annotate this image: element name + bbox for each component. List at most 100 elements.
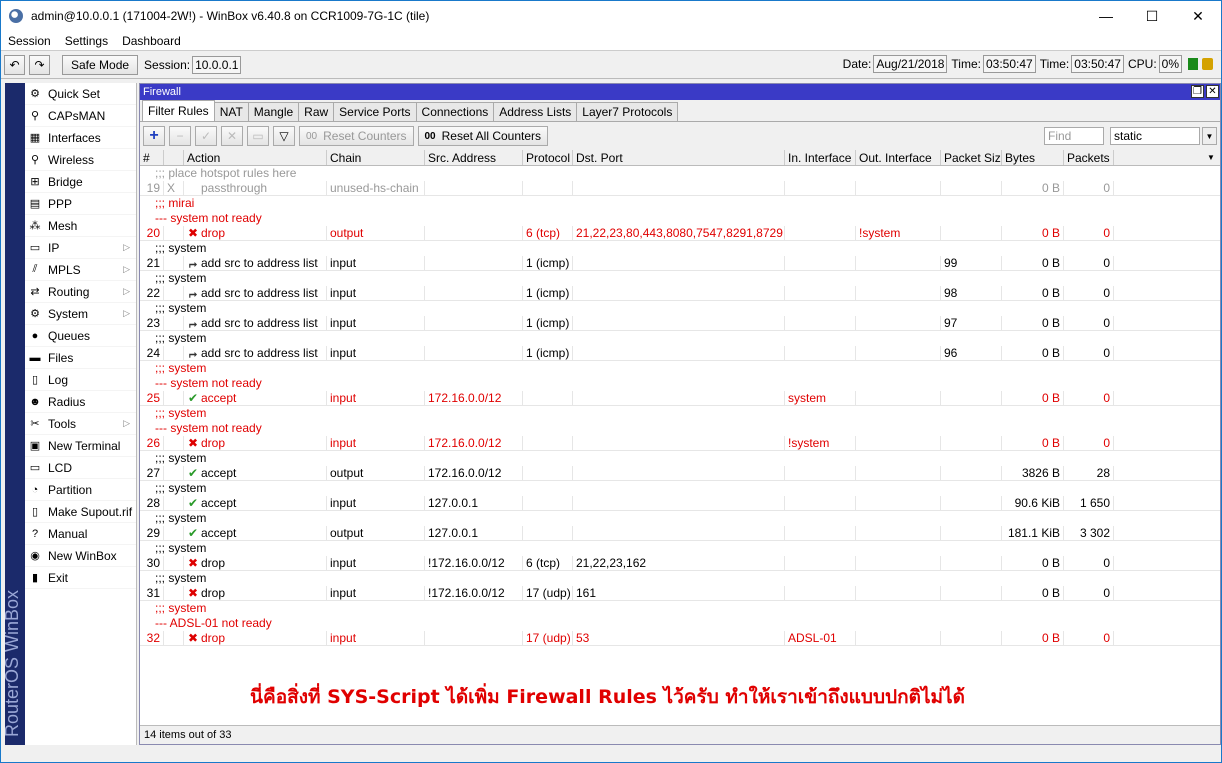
column-header[interactable]: Src. Address [425,150,523,165]
safe-mode-button[interactable]: Safe Mode [62,54,139,75]
sidebar-item-interfaces[interactable]: ▦ Interfaces [25,127,136,149]
reset-all-counters-button[interactable]: 00 Reset All Counters [417,126,549,146]
cell-in [785,316,856,330]
tab-layer7-protocols[interactable]: Layer7 Protocols [576,102,679,121]
sidebar-item-files[interactable]: ▬ Files [25,347,136,369]
sidebar-item-bridge[interactable]: ⊞ Bridge [25,171,136,193]
tab-address-lists[interactable]: Address Lists [493,102,578,121]
cell-src [425,316,523,330]
sidebar-item-capsman[interactable]: ⚲ CAPsMAN [25,105,136,127]
column-header[interactable]: Packets [1064,150,1114,165]
cell-flag [164,496,184,510]
sidebar-item-label: Log [48,372,69,387]
column-header[interactable]: Protocol [523,150,573,165]
reset-counters-button[interactable]: 00 Reset Counters [299,126,414,146]
table-row[interactable]: 20 ✖ drop output 6 (tcp) 21,22,23,80,443,8080… [140,226,1220,241]
sidebar-item-queues[interactable]: ● Queues [25,325,136,347]
tab-connections[interactable]: Connections [415,102,495,121]
cell-num: 24 [140,346,164,360]
table-row[interactable]: 29 ✔ accept output 127.0.0.1 181.1 KiB 3 302 [140,526,1220,541]
tab-raw[interactable]: Raw [298,102,335,121]
enable-rule-button[interactable]: ✓ [195,126,217,146]
column-header[interactable]: Action [184,150,327,165]
action-label: drop [201,586,226,600]
cell-psize: 96 [941,346,1002,360]
mpls-icon: ⫽ [32,263,38,275]
column-header[interactable]: Dst. Port [573,150,785,165]
restore-window-icon[interactable]: ❐ [1191,85,1204,98]
sidebar-item-new-terminal[interactable]: ▣ New Terminal [25,435,136,457]
cell-packets: 1 650 [1064,496,1114,510]
winbox-app-icon [9,9,23,23]
sidebar-item-radius[interactable]: ☻ Radius [25,391,136,413]
rule-comment: ;;; system [155,511,207,525]
table-row[interactable]: 23 ⮣ add src to address list input 1 (icmp) 9… [140,316,1220,331]
sidebar-item-partition[interactable]: ◔ Partition [25,479,136,501]
menu-dashboard[interactable]: Dashboard [115,34,188,48]
sidebar-item-exit[interactable]: ▮ Exit [25,567,136,589]
remove-rule-button[interactable]: − [169,126,191,146]
undo-button[interactable]: ↶ [4,54,25,75]
column-header[interactable]: Out. Interface [856,150,941,165]
table-row[interactable]: 21 ⮣ add src to address list input 1 (icmp) 9… [140,256,1220,271]
table-row[interactable]: 19 Xpassthrough unused-hs-chain 0 B0 [140,181,1220,196]
sidebar-item-make-supout-rif[interactable]: ▯ Make Supout.rif [25,501,136,523]
tab-nat[interactable]: NAT [213,102,249,121]
sidebar-item-wireless[interactable]: ⚲ Wireless [25,149,136,171]
table-row[interactable]: 26 ✖ drop input 172.16.0.0/12 !system 0 B0 [140,436,1220,451]
sidebar-item-label: New WinBox [48,548,117,563]
filter-dropdown-icon[interactable]: ▼ [1202,127,1217,145]
column-header[interactable] [164,150,184,165]
close-button[interactable]: ✕ [1175,1,1221,31]
column-header[interactable]: Packet Size [941,150,1002,165]
table-row[interactable]: 30 ✖ drop input !172.16.0.0/12 6 (tcp) 21,22,2… [140,556,1220,571]
sidebar-item-ppp[interactable]: ▤ PPP [25,193,136,215]
rule-comment: ;;; system [155,271,207,285]
manual-icon: ? [31,527,39,540]
table-row[interactable]: 31 ✖ drop input !172.16.0.0/12 17 (udp) 161 0 B… [140,586,1220,601]
column-header[interactable]: In. Interface [785,150,856,165]
menu-session[interactable]: Session [1,34,58,48]
submenu-arrow-icon: ▷ [123,242,130,252]
table-row[interactable]: 25 ✔ accept input 172.16.0.0/12 system 0 B0 [140,391,1220,406]
sidebar-item-new-winbox[interactable]: ◉ New WinBox [25,545,136,567]
sidebar-item-mpls[interactable]: ⫽ MPLS ▷ [25,259,136,281]
tab-service-ports[interactable]: Service Ports [333,102,417,121]
comment-button[interactable]: ▭ [247,126,269,146]
sidebar-item-manual[interactable]: ? Manual [25,523,136,545]
tab-mangle[interactable]: Mangle [247,102,300,121]
columns-dropdown-icon[interactable]: ▼ [1204,150,1218,166]
filter-button[interactable]: ▽ [273,126,295,146]
sidebar-item-ip[interactable]: ▭ IP ▷ [25,237,136,259]
sidebar-item-mesh[interactable]: ⁂ Mesh [25,215,136,237]
sidebar-item-quick-set[interactable]: ⚙ Quick Set [25,83,136,105]
sidebar-item-system[interactable]: ⚙ System ▷ [25,303,136,325]
table-row[interactable]: 24 ⮣ add src to address list input 1 (icmp) 9… [140,346,1220,361]
column-header[interactable]: Bytes [1002,150,1064,165]
find-input[interactable]: Find [1044,127,1104,145]
table-row[interactable]: 32 ✖ drop input 17 (udp) 53 ADSL-01 0 B0 [140,631,1220,646]
submenu-arrow-icon: ▷ [123,308,130,318]
tab-filter-rules[interactable]: Filter Rules [142,100,215,121]
sidebar-item-routing[interactable]: ⇄ Routing ▷ [25,281,136,303]
redo-button[interactable]: ↷ [29,54,50,75]
cell-out [856,256,941,270]
minimize-button[interactable]: — [1083,1,1129,31]
maximize-button[interactable]: ☐ [1129,1,1175,31]
sidebar-item-log[interactable]: ▯ Log [25,369,136,391]
column-header[interactable]: Chain [327,150,425,165]
disable-rule-button[interactable]: ✕ [221,126,243,146]
menu-settings[interactable]: Settings [58,34,115,48]
table-row[interactable]: 27 ✔ accept output 172.16.0.0/12 3826 B 28 [140,466,1220,481]
sidebar-item-tools[interactable]: ✂ Tools ▷ [25,413,136,435]
mesh-icon: ⁂ [29,220,41,232]
add-rule-button[interactable]: + [143,126,165,146]
drop-icon: ✖ [187,631,199,645]
close-window-icon[interactable]: ✕ [1206,85,1219,98]
column-header[interactable]: # [140,150,164,165]
sidebar-item-lcd[interactable]: ▭ LCD [25,457,136,479]
cell-dst [573,346,785,360]
filter-select[interactable]: static [1110,127,1200,145]
table-row[interactable]: 22 ⮣ add src to address list input 1 (icmp) 9… [140,286,1220,301]
table-row[interactable]: 28 ✔ accept input 127.0.0.1 90.6 KiB 1 650 [140,496,1220,511]
